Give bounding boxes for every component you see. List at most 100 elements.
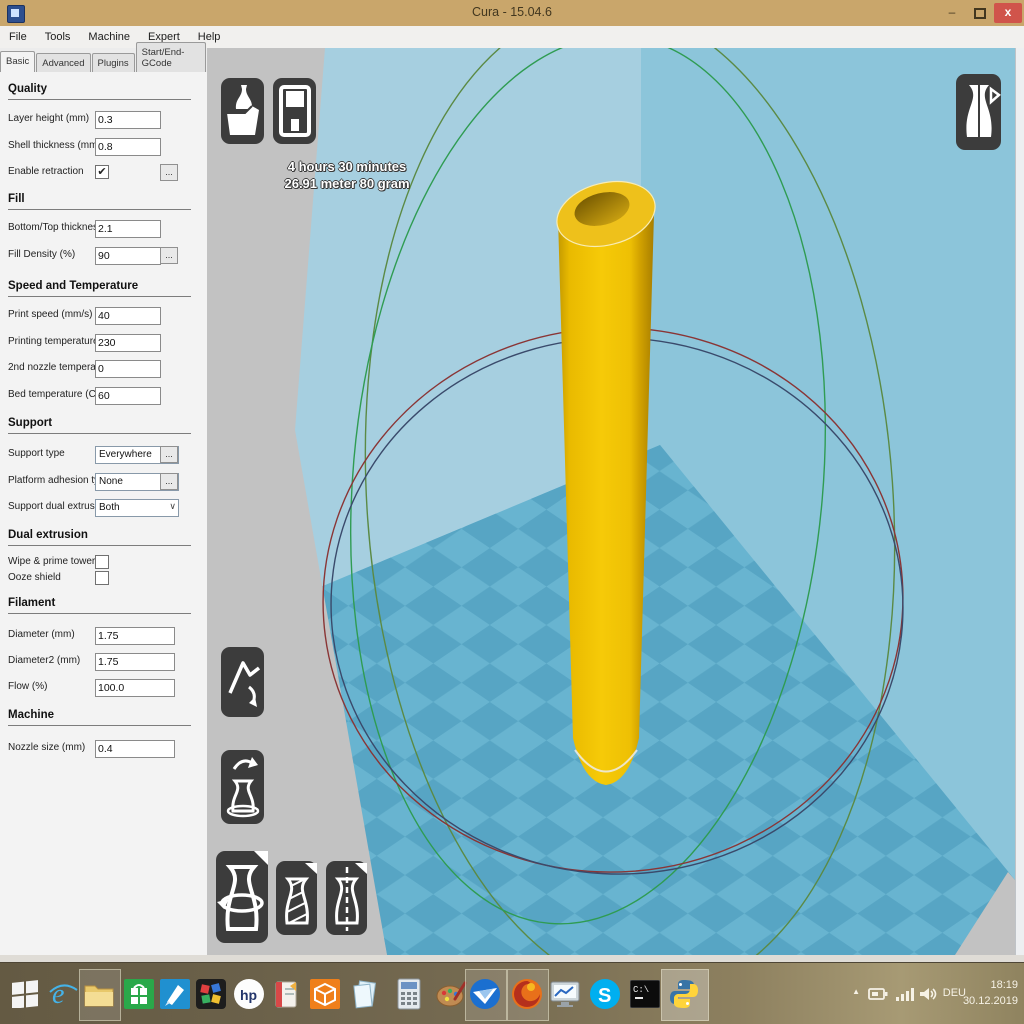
restore-icon <box>974 8 986 19</box>
section-quality: Quality Layer height (mm) Shell thicknes… <box>0 82 207 100</box>
wipe-prime-tower-checkbox[interactable] <box>95 555 109 569</box>
restore-button[interactable] <box>966 3 994 23</box>
lay-flat-icon <box>222 753 264 821</box>
filament-diameter-input[interactable] <box>95 627 175 645</box>
setting-row: Support type Everywhere ∨ ... <box>8 446 199 466</box>
shapes-app-icon[interactable] <box>194 977 228 1011</box>
windows-store-icon[interactable] <box>122 977 156 1011</box>
tab-plugins[interactable]: Plugins <box>92 53 135 72</box>
section-rule <box>8 725 191 726</box>
calculator-glyph-icon <box>397 978 421 1010</box>
internet-explorer-icon[interactable]: e <box>46 977 80 1011</box>
tab-advanced[interactable]: Advanced <box>36 53 90 72</box>
svg-text:e: e <box>52 979 64 1010</box>
setting-row: Diameter2 (mm) <box>8 653 199 673</box>
shell-thickness-input[interactable] <box>95 138 161 156</box>
flow-input[interactable] <box>95 679 175 697</box>
retraction-more-button[interactable]: ... <box>160 164 178 181</box>
section-title: Fill <box>0 192 207 207</box>
setting-label: Print speed (mm/s) <box>8 309 92 320</box>
mirror-tool-icon <box>327 863 367 933</box>
view-mode-icon <box>957 77 1001 147</box>
filament-diameter2-input[interactable] <box>95 653 175 671</box>
volume-icon[interactable] <box>920 987 938 1006</box>
thunderbird-logo-icon <box>469 978 501 1010</box>
paint-app-icon[interactable] <box>434 977 468 1011</box>
rotate-tool-button[interactable] <box>216 851 268 943</box>
tab-basic[interactable]: Basic <box>0 51 35 72</box>
section-rule <box>8 209 191 210</box>
layer-height-input[interactable] <box>95 111 161 129</box>
bed-temperature-input[interactable] <box>95 387 161 405</box>
second-nozzle-temperature-input[interactable] <box>95 360 161 378</box>
print-speed-input[interactable] <box>95 307 161 325</box>
enable-retraction-checkbox[interactable]: ✔ <box>95 165 109 179</box>
setting-label: Ooze shield <box>8 572 61 583</box>
skype-icon[interactable]: S <box>588 977 622 1011</box>
rotate-reset-button[interactable] <box>221 647 264 717</box>
setting-row: Platform adhesion type None ∨ ... <box>8 473 199 493</box>
setting-row: Ooze shield <box>8 570 199 590</box>
setting-label: Nozzle size (mm) <box>8 742 85 753</box>
taskbar-clock[interactable]: 18:19 30.12.2019 <box>948 977 1018 1009</box>
viewport-3d[interactable]: 4 hours 30 minutes 26.91 meter 80 gram <box>207 48 1015 955</box>
setting-label: Enable retraction <box>8 166 84 177</box>
setting-label: Flow (%) <box>8 681 47 692</box>
section-rule <box>8 613 191 614</box>
rocket-icon <box>160 979 190 1009</box>
section-filament: Filament Diameter (mm) Diameter2 (mm) Fl… <box>0 596 207 614</box>
setting-row: Bed temperature (C) <box>8 387 199 407</box>
window-bottom-edge <box>0 955 1024 962</box>
support-dual-extrusion-select[interactable]: Both ∨ <box>95 499 179 517</box>
fill-density-input[interactable] <box>95 247 161 265</box>
section-title: Filament <box>0 596 207 611</box>
system-monitor-icon[interactable] <box>548 977 582 1011</box>
adhesion-more-button[interactable]: ... <box>160 473 178 490</box>
setting-row: 2nd nozzle temperature (C) <box>8 360 199 380</box>
windows-start-button[interactable] <box>8 977 42 1011</box>
power-icon[interactable] <box>868 987 888 1006</box>
scale-tool-button[interactable] <box>276 861 317 935</box>
folder-icon <box>83 980 115 1008</box>
minimize-button[interactable]: – <box>938 3 966 23</box>
command-prompt-icon[interactable]: C:\ <box>628 977 662 1011</box>
save-toolpath-icon <box>274 81 316 141</box>
view-mode-button[interactable] <box>956 74 1001 150</box>
printing-temperature-input[interactable] <box>95 334 161 352</box>
notes-app-icon[interactable] <box>348 977 382 1011</box>
network-icon[interactable] <box>896 987 914 1006</box>
firefox-icon[interactable] <box>510 977 544 1011</box>
tab-start-end-gcode[interactable]: Start/End-GCode <box>136 42 206 72</box>
thunderbird-icon[interactable] <box>468 977 502 1011</box>
setting-row: Flow (%) <box>8 679 199 699</box>
menu-tools[interactable]: Tools <box>36 26 80 48</box>
tray-time: 18:19 <box>948 977 1018 993</box>
setting-label: Shell thickness (mm) <box>8 140 101 151</box>
load-model-button[interactable] <box>221 78 264 144</box>
menu-machine[interactable]: Machine <box>79 26 139 48</box>
menu-file[interactable]: File <box>0 26 36 48</box>
support-more-button[interactable]: ... <box>160 446 178 463</box>
file-explorer-icon[interactable] <box>82 977 116 1011</box>
fill-more-button[interactable]: ... <box>160 247 178 264</box>
bottom-top-thickness-input[interactable] <box>95 220 161 238</box>
ooze-shield-checkbox[interactable] <box>95 571 109 585</box>
rocket-app-icon[interactable] <box>158 977 192 1011</box>
setting-label: Support dual extrusion <box>8 501 108 512</box>
setting-row: Diameter (mm) <box>8 627 199 647</box>
hp-icon[interactable]: hp <box>232 977 266 1011</box>
box-app-icon[interactable] <box>308 977 342 1011</box>
section-rule <box>8 296 191 297</box>
section-title: Speed and Temperature <box>0 279 207 294</box>
mail-app-icon[interactable] <box>270 977 304 1011</box>
setting-row: Support dual extrusion Both ∨ <box>8 499 199 519</box>
hidden-icons-button[interactable]: ▲ <box>852 987 860 996</box>
lay-flat-button[interactable] <box>221 750 264 824</box>
mirror-tool-button[interactable] <box>326 861 367 935</box>
python-icon[interactable] <box>667 977 701 1011</box>
nozzle-size-input[interactable] <box>95 740 175 758</box>
store-icon <box>124 979 154 1009</box>
save-toolpath-button[interactable] <box>273 78 316 144</box>
calculator-icon[interactable] <box>392 977 426 1011</box>
close-button[interactable]: x <box>994 3 1022 23</box>
